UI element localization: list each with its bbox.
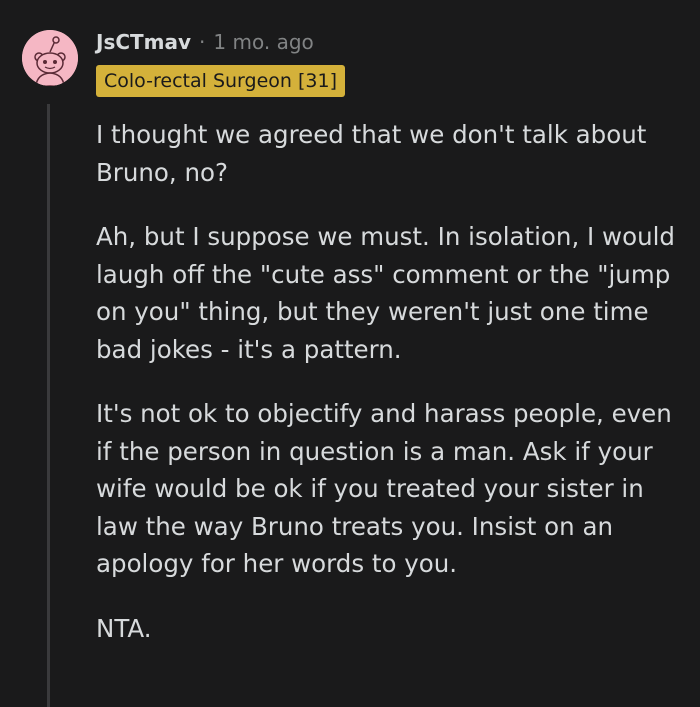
user-flair: Colo-rectal Surgeon [31] [96,65,345,97]
comment-paragraph: Ah, but I suppose we must. In isolation,… [96,222,675,364]
comment-meta: JsCTmav · 1 mo. ago [96,26,314,58]
separator-dot: · [199,30,206,54]
comment-paragraph: I thought we agreed that we don't talk a… [96,120,647,187]
comment: JsCTmav · 1 mo. ago Colo-rectal Surgeon … [0,0,700,707]
username-link[interactable]: JsCTmav [96,30,191,54]
comment-paragraph: It's not ok to objectify and harass peop… [96,399,672,578]
comment-paragraph: NTA. [96,613,152,643]
thread-collapse-line[interactable] [47,104,50,707]
snoo-avatar-icon [22,30,78,86]
timestamp[interactable]: 1 mo. ago [213,30,313,54]
avatar[interactable] [22,30,78,86]
comment-body: I thought we agreed that we don't talk a… [96,116,686,674]
